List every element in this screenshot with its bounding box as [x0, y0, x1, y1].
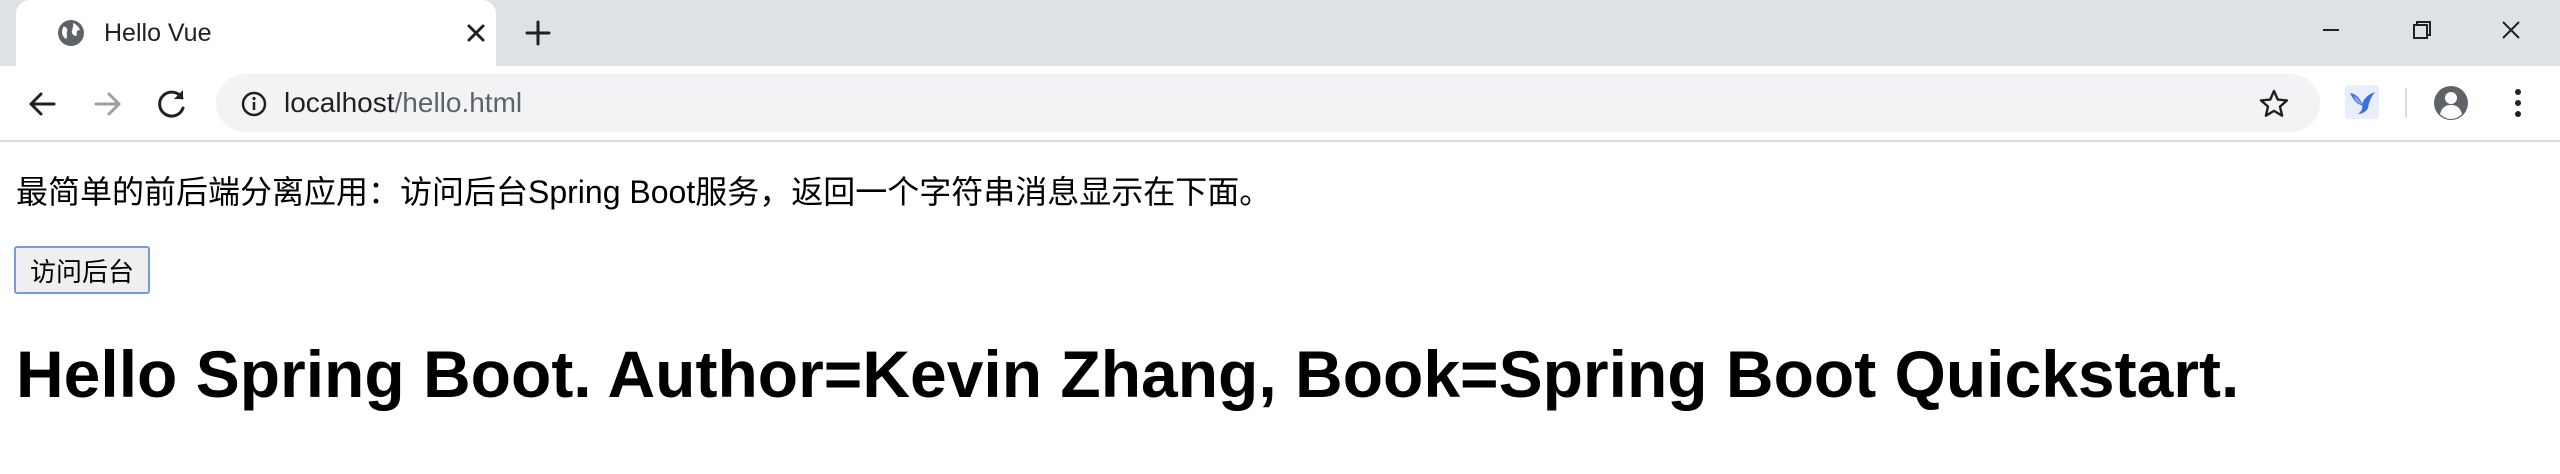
reload-icon[interactable]	[152, 84, 192, 124]
close-window-icon[interactable]	[2488, 10, 2534, 50]
browser-toolbar: localhost/hello.html	[0, 66, 2560, 142]
address-bar[interactable]: localhost/hello.html	[216, 74, 2320, 132]
url-path: /hello.html	[394, 87, 523, 118]
bookmark-star-icon[interactable]	[2258, 88, 2290, 120]
page-content: 最简单的前后端分离应用：访问后台Spring Boot服务，返回一个字符串消息显…	[0, 142, 2560, 474]
profile-avatar-icon[interactable]	[2432, 84, 2470, 122]
globe-icon	[56, 18, 86, 48]
back-arrow-icon[interactable]	[22, 84, 62, 124]
tab-title: Hello Vue	[104, 19, 212, 47]
new-tab-plus-icon[interactable]	[522, 17, 554, 49]
url-host: localhost	[284, 87, 395, 118]
browser-window: Hello Vue localhost/hello.html 最简单的前后端分离…	[0, 0, 2560, 474]
extension-bird-icon[interactable]	[2344, 84, 2380, 120]
more-menu-icon[interactable]	[2500, 84, 2536, 122]
tab-hello-vue[interactable]: Hello Vue	[16, 0, 496, 66]
response-message: Hello Spring Boot. Author=Kevin Zhang, B…	[16, 337, 2240, 411]
restore-icon[interactable]	[2398, 10, 2444, 50]
close-tab-icon[interactable]	[462, 19, 490, 47]
forward-arrow-icon[interactable]	[88, 84, 128, 124]
toolbar-divider	[2405, 88, 2407, 118]
minimize-icon[interactable]	[2308, 10, 2354, 50]
tab-strip: Hello Vue	[0, 0, 2560, 66]
info-icon[interactable]	[240, 90, 268, 118]
fetch-backend-button[interactable]: 访问后台	[14, 246, 151, 294]
intro-text: 最简单的前后端分离应用：访问后台Spring Boot服务，返回一个字符串消息显…	[16, 174, 1272, 210]
url-text: localhost/hello.html	[284, 86, 522, 120]
